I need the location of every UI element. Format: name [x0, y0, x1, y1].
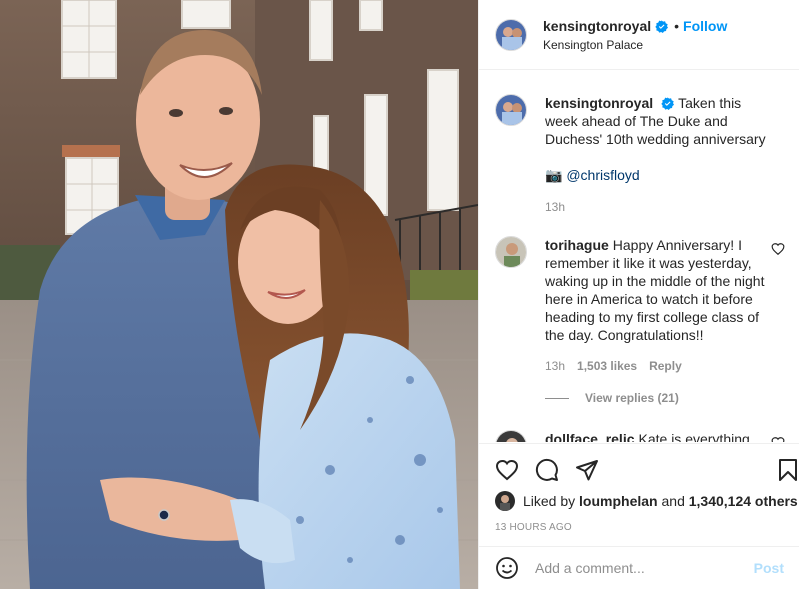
caption: kensingtonroyal Taken this week ahead of…: [495, 94, 785, 216]
likes-prefix: Liked by: [523, 493, 576, 509]
comment-icon[interactable]: [535, 458, 559, 482]
post-header-row: kensingtonroyal • Follow: [543, 17, 727, 35]
credit-mention-link[interactable]: @chrisfloyd: [566, 167, 639, 183]
post-header-text: kensingtonroyal • Follow Kensington Pala…: [543, 17, 727, 52]
heart-icon[interactable]: [495, 458, 519, 482]
comment-username[interactable]: dollface_relic: [545, 431, 635, 442]
caption-username[interactable]: kensingtonroyal: [545, 95, 653, 111]
caption-time[interactable]: 13h: [545, 198, 565, 216]
header-separator-dot: •: [674, 18, 680, 34]
view-replies-button[interactable]: View replies (21): [545, 391, 679, 405]
emoji-icon[interactable]: [495, 556, 519, 580]
caption-text-block: kensingtonroyal Taken this week ahead of…: [545, 94, 775, 148]
view-replies-line: [545, 397, 569, 399]
comment-text: Kate is everything: [638, 431, 750, 442]
comment-like-heart-icon[interactable]: [771, 436, 785, 442]
verified-badge-icon: [655, 19, 669, 33]
camera-icon: 📷: [545, 167, 563, 183]
likes-connector: and: [661, 493, 685, 509]
comment-item: dollface_relic Kate is everything: [495, 430, 785, 442]
photo-credit: 📷 @chrisfloyd: [545, 166, 775, 184]
comment-item: torihague Happy Anniversary! I remember i…: [495, 236, 785, 375]
likes-count[interactable]: 1,340,124 others: [689, 493, 798, 509]
commenter-avatar-icon[interactable]: [495, 430, 527, 442]
bookmark-icon[interactable]: [776, 458, 799, 482]
comment-time[interactable]: 13h: [545, 357, 565, 375]
comment-body: dollface_relic Kate is everything: [545, 430, 775, 442]
location-link[interactable]: Kensington Palace: [543, 38, 727, 52]
post-timestamp[interactable]: 13 HOURS AGO: [495, 522, 572, 533]
post-photo[interactable]: [0, 0, 478, 589]
comment-body: torihague Happy Anniversary! I remember i…: [545, 236, 775, 375]
comment-username[interactable]: torihague: [545, 237, 609, 253]
follow-button[interactable]: Follow: [683, 18, 727, 34]
comment-meta: 13h 1,503 likes Reply: [545, 357, 775, 375]
caption-body: kensingtonroyal Taken this week ahead of…: [545, 94, 775, 216]
comment-input[interactable]: [535, 560, 754, 576]
caption-avatar-icon[interactable]: [495, 94, 527, 126]
share-icon[interactable]: [575, 458, 599, 482]
post-header: kensingtonroyal • Follow Kensington Pala…: [479, 0, 799, 70]
header-username[interactable]: kensingtonroyal: [543, 18, 651, 34]
view-replies-label: View replies (21): [585, 391, 679, 405]
likes-summary[interactable]: Liked by loumphelan and 1,340,124 others: [495, 491, 798, 511]
caption-meta: 13h: [545, 198, 775, 216]
post-comment-button[interactable]: Post: [754, 560, 784, 576]
post-sidebar: kensingtonroyal • Follow Kensington Pala…: [478, 0, 799, 589]
comment-likes[interactable]: 1,503 likes: [577, 357, 637, 375]
comment-text-block: torihague Happy Anniversary! I remember i…: [545, 236, 775, 344]
comment-like-heart-icon[interactable]: [771, 242, 785, 256]
liker-username[interactable]: loumphelan: [579, 493, 658, 509]
commenter-avatar-icon[interactable]: [495, 236, 527, 268]
verified-badge-icon: [661, 97, 675, 110]
reply-button[interactable]: Reply: [649, 357, 682, 375]
comments-list[interactable]: kensingtonroyal Taken this week ahead of…: [479, 71, 799, 442]
profile-avatar-icon[interactable]: [495, 18, 527, 51]
post-actions-section: Liked by loumphelan and 1,340,124 others…: [479, 443, 799, 546]
post-photo-image: [0, 0, 478, 589]
liker-avatar-icon: [495, 491, 515, 511]
add-comment-bar: Post: [479, 546, 799, 589]
